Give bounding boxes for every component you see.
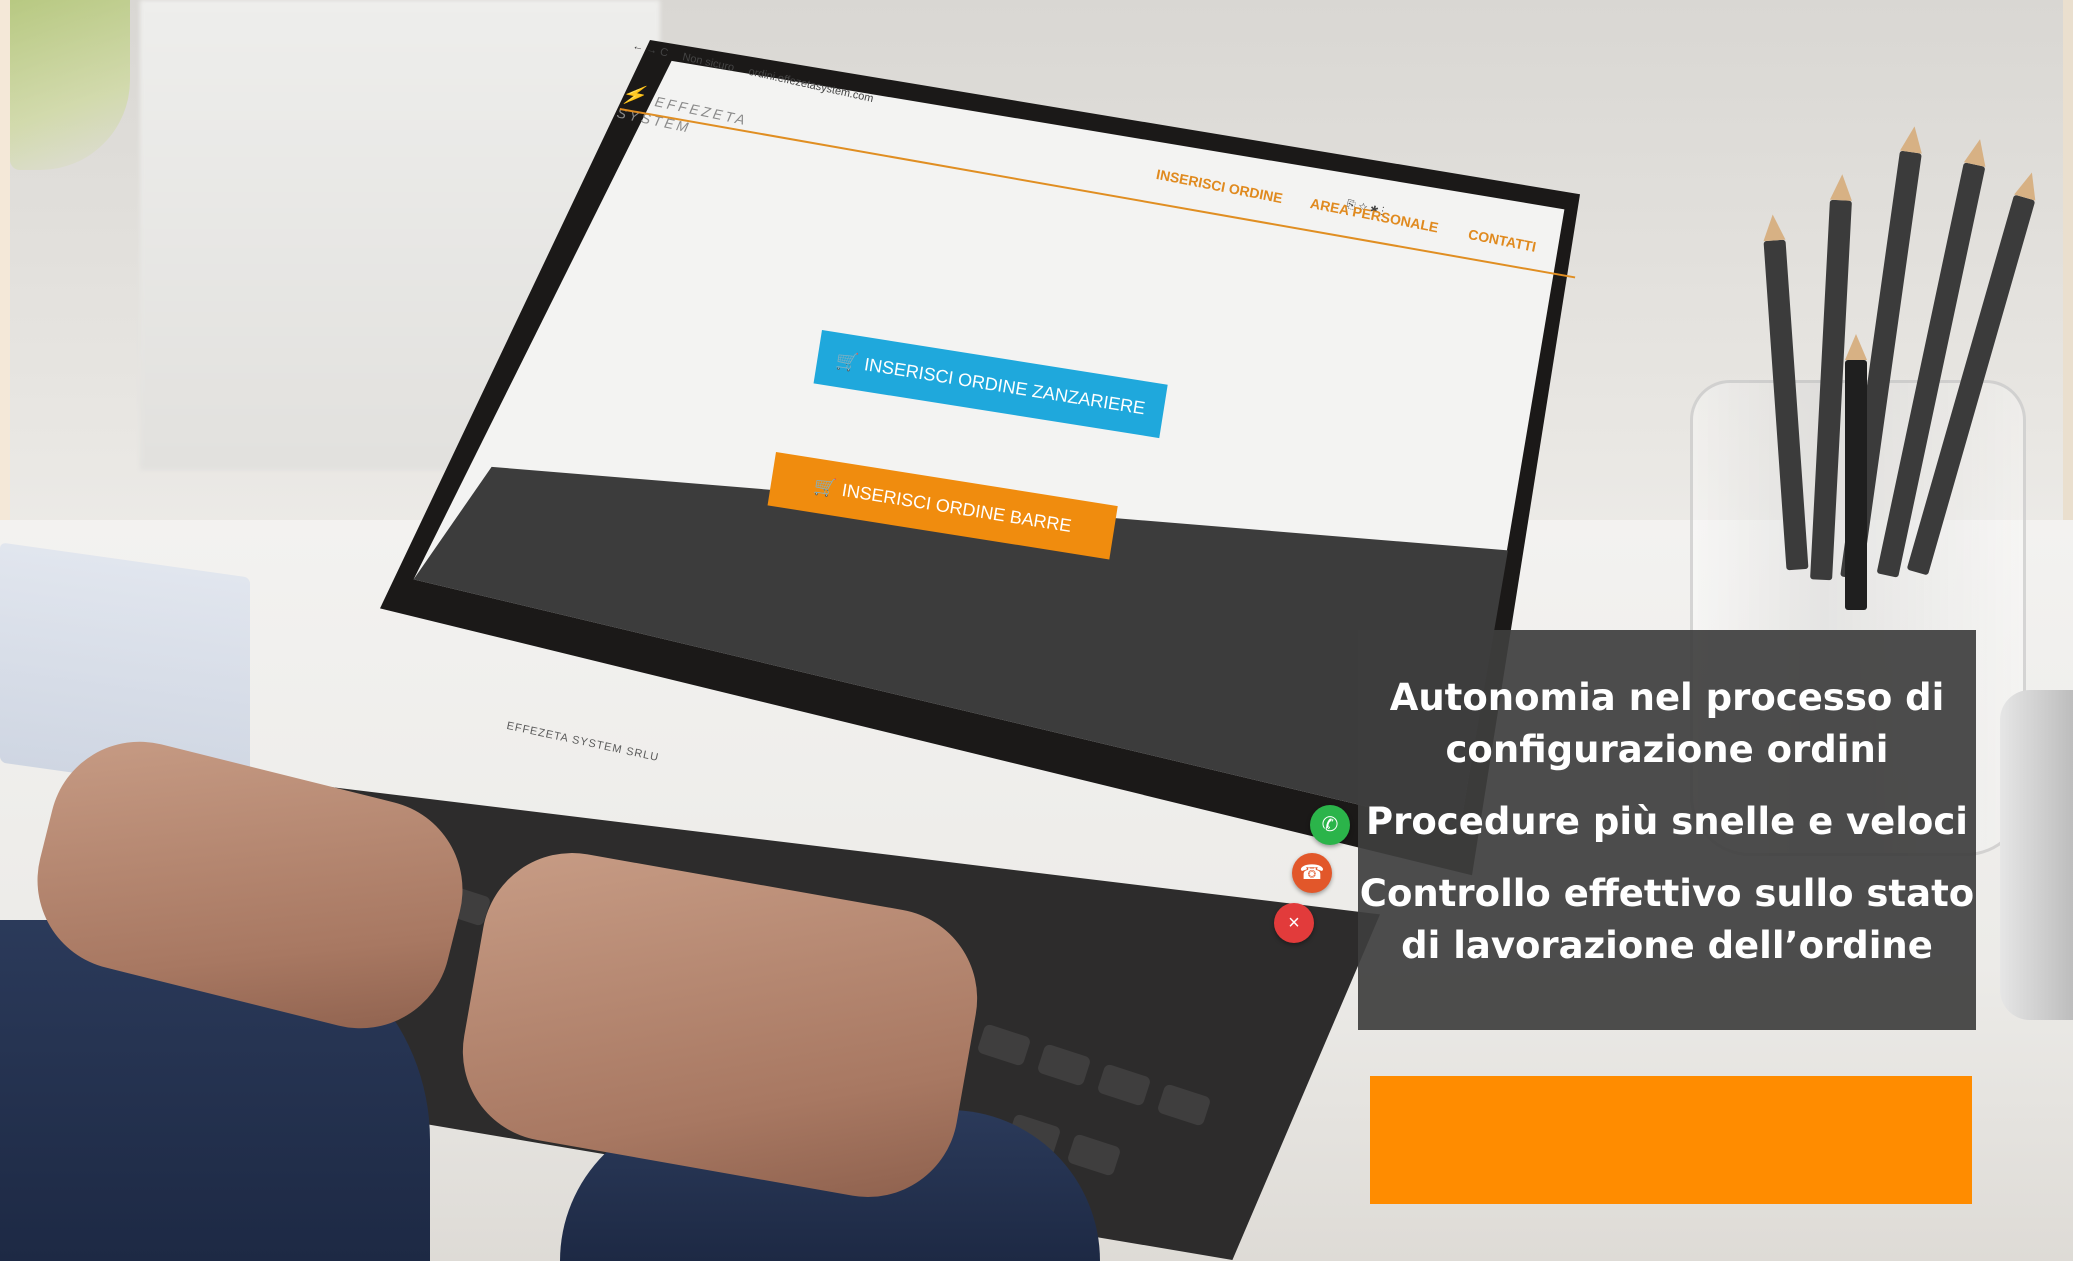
feature-line: Controllo effettivo sullo stato bbox=[1359, 872, 1975, 915]
call-button[interactable]: ☎ bbox=[1292, 853, 1332, 893]
mug bbox=[2000, 690, 2073, 1020]
close-icon: × bbox=[1288, 912, 1300, 934]
cart-icon: 🛒 bbox=[834, 349, 861, 373]
feature-line: Autonomia nel processo di bbox=[1389, 676, 1945, 719]
feature-line: configurazione ordini bbox=[1445, 728, 1889, 771]
whatsapp-icon: ✆ bbox=[1321, 814, 1339, 836]
plant-leaves bbox=[10, 0, 130, 170]
feature-panel: Autonomia nel processo di configurazione… bbox=[1358, 630, 1976, 1030]
phone-icon: ☎ bbox=[1299, 862, 1325, 884]
pen bbox=[1845, 334, 1867, 610]
feature-line: di lavorazione dell’ordine bbox=[1401, 924, 1933, 967]
whatsapp-button[interactable]: ✆ bbox=[1310, 805, 1350, 845]
orange-cta-bar[interactable] bbox=[1370, 1076, 1972, 1204]
close-button[interactable]: × bbox=[1274, 903, 1314, 943]
cart-icon: 🛒 bbox=[812, 475, 838, 499]
feature-line: Procedure più snelle e veloci bbox=[1366, 800, 1968, 843]
